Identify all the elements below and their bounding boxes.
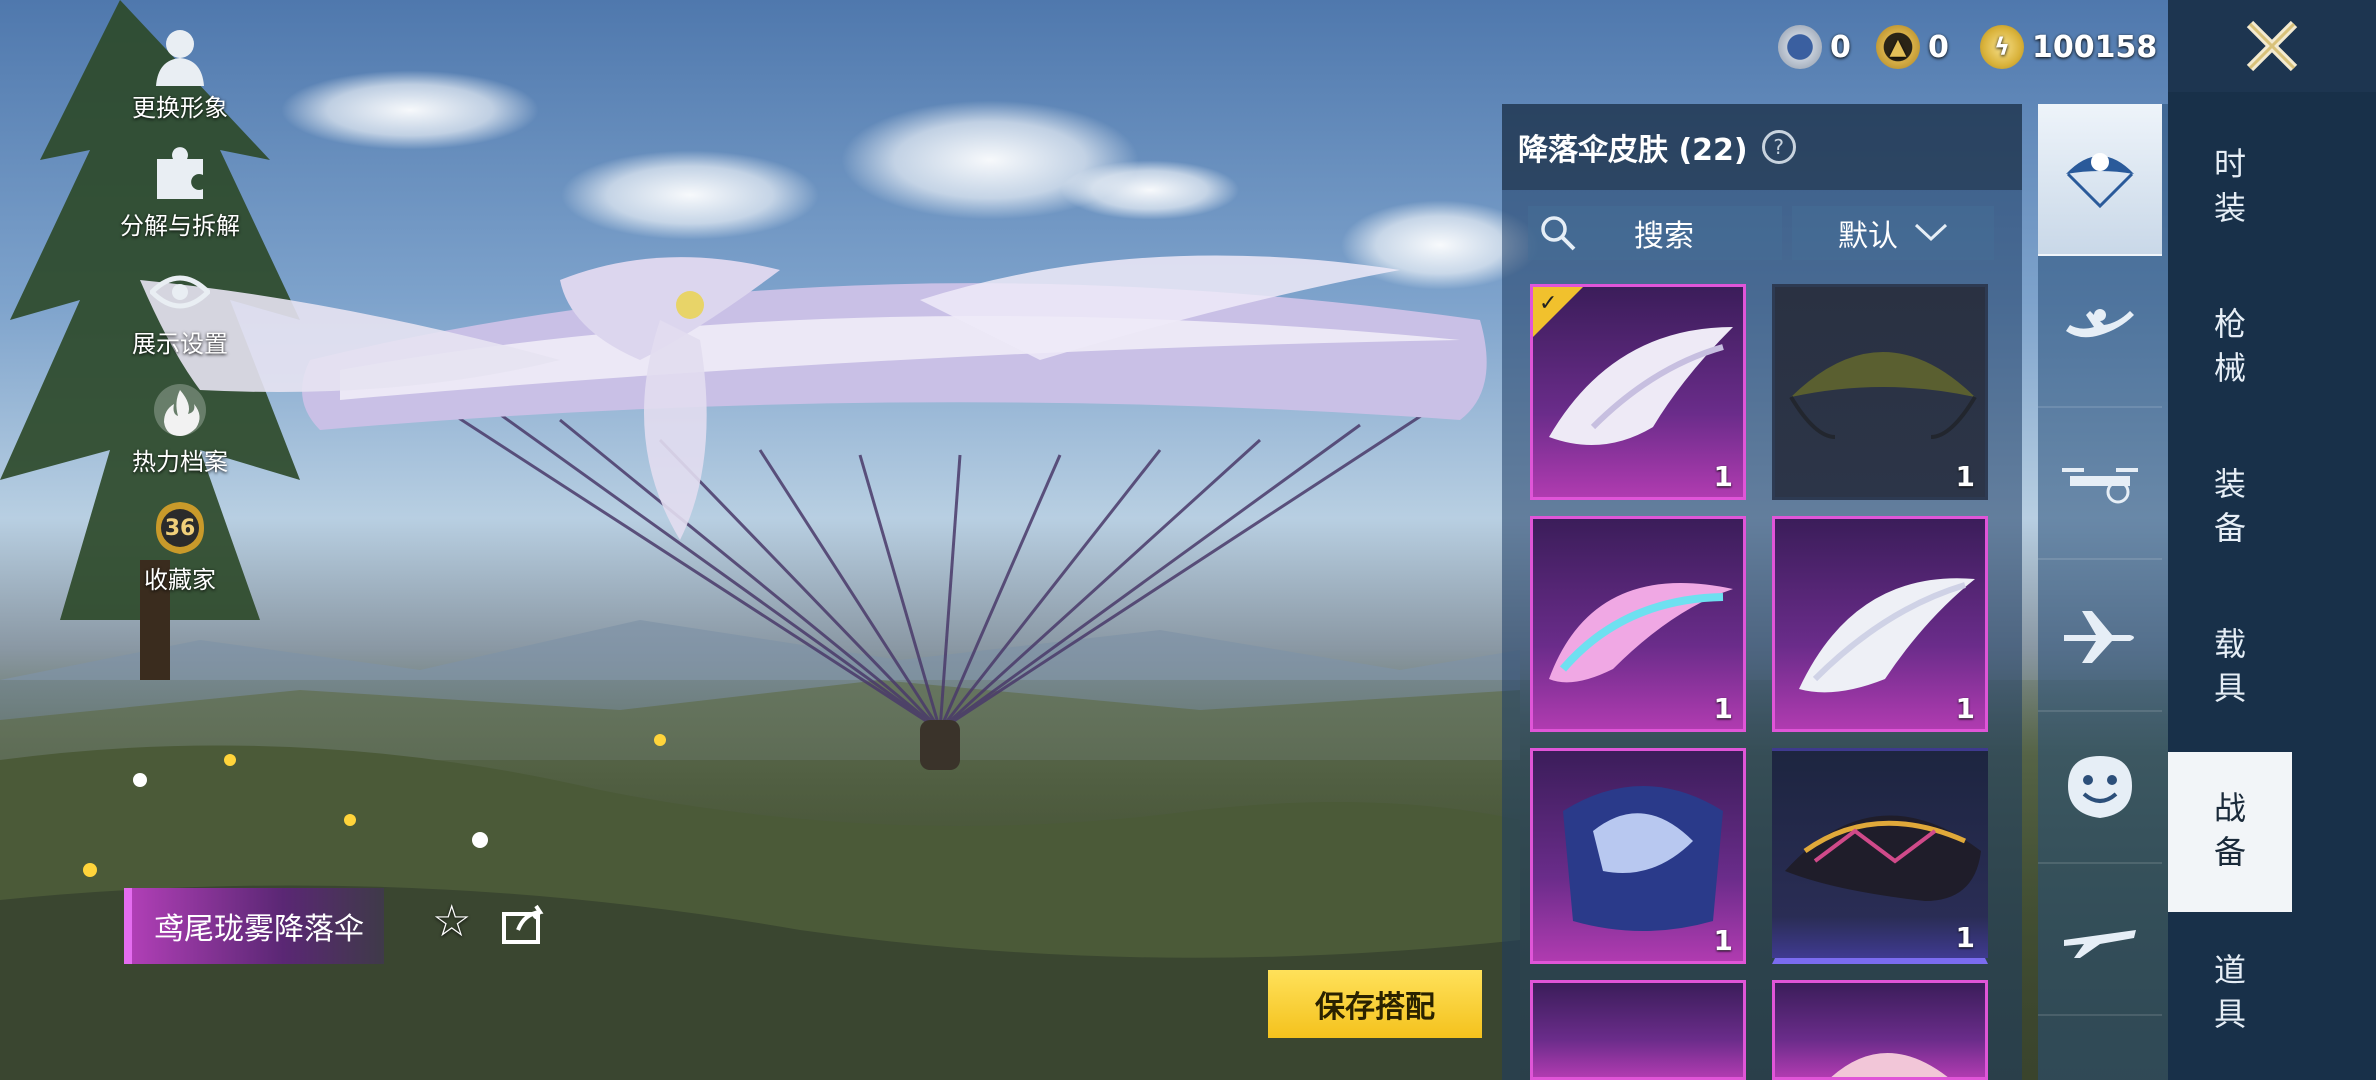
decompose-label: 分解与拆解 (120, 212, 240, 240)
favorite-star-icon[interactable]: ☆ (432, 896, 471, 947)
nav-item-items[interactable]: 道具 (2168, 948, 2292, 1036)
nav-label: 枪械 (2213, 305, 2246, 387)
selected-item-name: 鸢尾珑雾降落伞 (154, 912, 364, 947)
collector-badge-count: 36 (164, 515, 196, 541)
puzzle-icon (148, 144, 212, 204)
help-icon[interactable]: ? (1761, 130, 1796, 164)
subcategory-airplane[interactable] (2038, 560, 2162, 712)
glider-icon (2064, 930, 2136, 958)
eye-icon (148, 262, 212, 322)
heat-archive-label: 热力档案 (132, 448, 228, 476)
uc-coin-icon (1778, 25, 1822, 69)
nav-label: 装备 (2213, 465, 2246, 547)
ag-currency[interactable]: ▲ 0 (1876, 22, 1949, 72)
chevron-down-icon (1914, 223, 1948, 242)
bp-amount: 100158 (2032, 29, 2158, 65)
share-button[interactable] (500, 902, 546, 950)
nav-item-equipment[interactable]: 装备 (2168, 462, 2292, 550)
nav-label: 战备 (2213, 789, 2246, 871)
save-outfit-button[interactable]: 保存搭配 (1268, 970, 1482, 1038)
display-settings-button[interactable]: 展示设置 (110, 262, 250, 359)
subcategory-glider[interactable] (2038, 864, 2162, 1016)
sort-dropdown[interactable]: 默认 (1792, 206, 1994, 260)
search-label: 搜索 (1634, 219, 1694, 254)
change-avatar-label: 更换形象 (132, 94, 228, 122)
flame-icon (148, 380, 212, 440)
avatar-icon (148, 26, 212, 86)
nav-item-weapons[interactable]: 枪械 (2168, 302, 2292, 390)
uc-currency[interactable]: 0 (1778, 22, 1851, 72)
item-quantity: 1 (1955, 460, 1975, 493)
skydiver-icon (2066, 309, 2134, 338)
item-card[interactable]: 1 (1530, 516, 1746, 732)
decompose-button[interactable]: 分解与拆解 (110, 144, 250, 241)
ag-amount: 0 (1928, 29, 1949, 65)
item-quantity: 1 (1713, 924, 1733, 957)
item-card[interactable]: 1 (1772, 748, 1988, 964)
item-card[interactable]: 1 (1530, 748, 1746, 964)
item-card[interactable] (1530, 980, 1746, 1080)
nav-item-vehicles[interactable]: 载具 (2168, 622, 2292, 710)
collector-badge-icon: 36 (148, 498, 212, 558)
close-icon (2246, 20, 2298, 72)
item-quantity: 1 (1955, 921, 1975, 954)
collector-button[interactable]: 36 收藏家 (110, 498, 250, 595)
item-card[interactable]: 1 (1772, 284, 1988, 500)
subcategory-emote[interactable] (2038, 712, 2162, 864)
nav-item-battle-gear[interactable]: 战备 (2168, 752, 2292, 912)
parachute-icon (2066, 153, 2134, 209)
close-button[interactable] (2168, 0, 2376, 92)
heat-archive-button[interactable]: 热力档案 (110, 380, 250, 477)
subcategory-parachute[interactable] (2038, 104, 2162, 256)
uc-amount: 0 (1830, 29, 1851, 65)
nav-label: 时装 (2213, 145, 2246, 227)
nav-label: 载具 (2213, 625, 2246, 707)
bp-coin-icon: ϟ (1980, 25, 2024, 69)
item-quantity: 1 (1713, 692, 1733, 725)
item-card[interactable]: 1 (1772, 516, 1988, 732)
share-icon (502, 904, 544, 944)
search-button[interactable]: 搜索 (1528, 206, 1782, 260)
item-card[interactable]: ✓ 1 (1530, 284, 1746, 500)
nav-label: 道具 (2213, 951, 2246, 1033)
item-card[interactable] (1772, 980, 1988, 1080)
item-quantity: 1 (1955, 692, 1975, 725)
display-settings-label: 展示设置 (132, 330, 228, 358)
search-icon (1541, 216, 1576, 251)
item-quantity: 1 (1713, 460, 1733, 493)
panel-title: 降落伞皮肤 (22) (1518, 133, 1748, 168)
change-avatar-button[interactable]: 更换形象 (110, 26, 250, 123)
subcategory-drone[interactable] (2038, 408, 2162, 560)
drone-icon (2062, 468, 2138, 504)
ag-coin-icon: ▲ (1876, 25, 1920, 69)
parachute-thumbnail (1831, 1053, 1948, 1077)
right-category-nav: 时装 枪械 装备 载具 战备 道具 (2168, 92, 2376, 1080)
sort-label: 默认 (1838, 219, 1898, 254)
subcategory-skydiver[interactable] (2038, 256, 2162, 408)
bp-currency[interactable]: ϟ 100158 (1980, 22, 2157, 72)
emote-icon (2068, 756, 2132, 818)
subcategory-column (2038, 104, 2168, 1080)
airplane-icon (2064, 611, 2134, 663)
collector-label: 收藏家 (144, 566, 216, 594)
selected-item-name-bar: 鸢尾珑雾降落伞 (124, 888, 384, 964)
nav-item-fashion[interactable]: 时装 (2168, 142, 2292, 230)
panel-header: 降落伞皮肤 (22) ? (1502, 104, 2022, 190)
